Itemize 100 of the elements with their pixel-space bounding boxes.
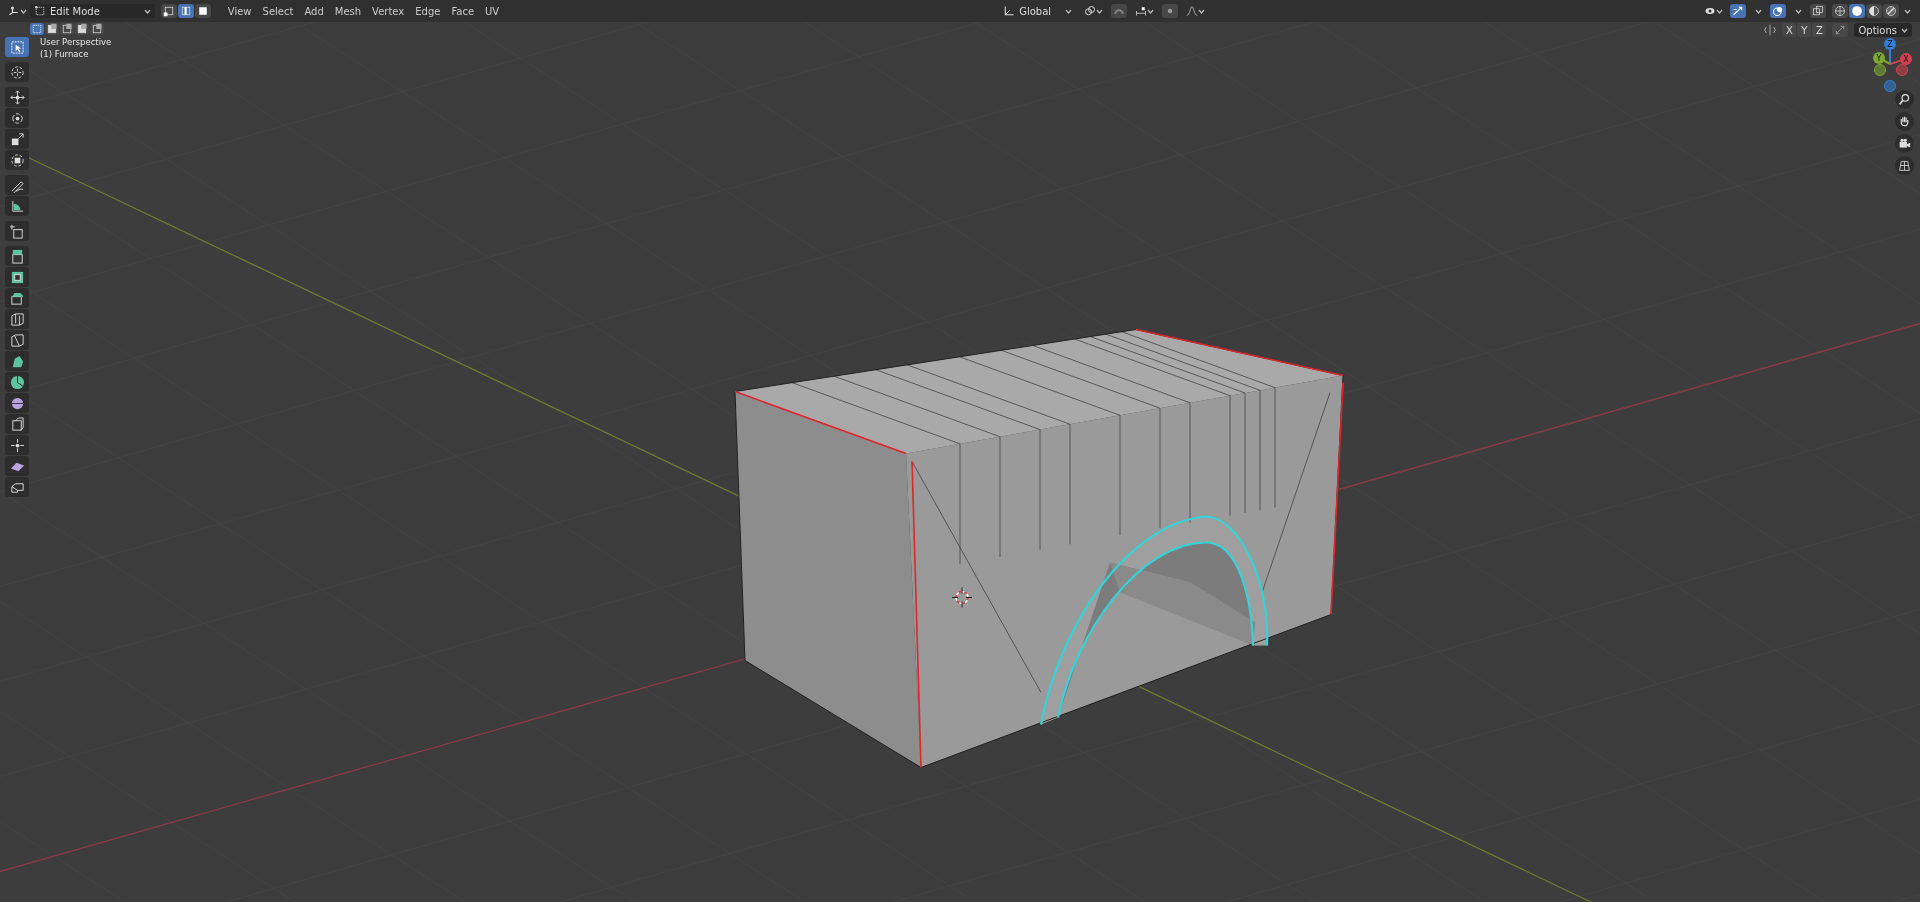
box-mode-button[interactable] [90, 23, 104, 35]
tool-button[interactable] [5, 246, 29, 266]
gizmo-toggle[interactable] [1730, 4, 1746, 18]
tool-button[interactable] [5, 456, 29, 476]
tool-button[interactable] [5, 351, 29, 371]
negative-axis-handle[interactable] [1874, 64, 1886, 76]
sphere-icon [1851, 5, 1863, 17]
view-name: User Perspective [40, 37, 112, 48]
crosshair-icon [9, 64, 25, 80]
shading-button[interactable] [1849, 4, 1865, 18]
tool-button[interactable] [5, 196, 29, 216]
tool-button[interactable] [5, 108, 29, 128]
squares-icon [46, 23, 58, 35]
magnifier-icon [1898, 93, 1911, 106]
caret-icon [143, 8, 151, 14]
tool-button[interactable] [5, 62, 29, 82]
tool-button[interactable] [5, 288, 29, 308]
select-mode-button[interactable] [160, 4, 177, 18]
menu-item[interactable]: Face [446, 3, 480, 19]
mirror-icon [1764, 24, 1777, 36]
grid-icon [1898, 159, 1911, 172]
transform-icon [9, 152, 25, 168]
proportional-edit-button[interactable] [1162, 4, 1179, 18]
tool-button[interactable] [5, 267, 29, 287]
tool-button[interactable] [5, 477, 29, 497]
tool-button[interactable] [5, 372, 29, 392]
vertex-select-icon [162, 5, 175, 17]
xray-toggle[interactable] [1810, 4, 1826, 18]
camera-icon [1898, 137, 1911, 150]
squares-icon [61, 23, 73, 35]
menu-item[interactable]: Edge [410, 3, 446, 19]
navigation-button[interactable] [1895, 112, 1914, 131]
caret-icon [1147, 8, 1155, 14]
tool-button[interactable] [5, 309, 29, 329]
curve-icon [1186, 5, 1199, 17]
cursor-icon [951, 587, 973, 608]
box-mode-button[interactable] [60, 23, 74, 35]
select-mode-button[interactable] [194, 4, 211, 18]
navigation-button[interactable] [1895, 156, 1914, 175]
ruler-icon [9, 198, 25, 214]
tool-button[interactable] [5, 87, 29, 107]
box-mode-button[interactable] [75, 23, 89, 35]
menu-item[interactable]: Add [299, 3, 329, 19]
navigation-button[interactable] [1895, 90, 1914, 109]
mode-dropdown[interactable]: Edit Mode [30, 4, 155, 18]
axis-toggle[interactable]: Z [1812, 23, 1827, 37]
tool-button[interactable] [5, 221, 29, 241]
menu-item[interactable]: UV [480, 3, 505, 19]
navigation-button[interactable] [1895, 134, 1914, 153]
axis-handle[interactable]: Z [1884, 38, 1896, 65]
select-mode-button[interactable] [177, 4, 194, 18]
move-icon [9, 89, 25, 105]
menu-item[interactable]: View [222, 3, 257, 19]
dotted-square-icon [31, 23, 43, 35]
negative-axis-handle[interactable] [1896, 64, 1908, 76]
negative-axis-handle[interactable] [1884, 80, 1896, 92]
box-mode-button[interactable] [30, 23, 44, 35]
shrink-icon [9, 437, 25, 453]
bevel-icon [9, 290, 25, 306]
tool-button[interactable] [5, 150, 29, 170]
orientation-dropdown[interactable]: Global [999, 4, 1077, 18]
menu-item[interactable]: Mesh [329, 3, 367, 19]
axes-icon [1003, 5, 1016, 17]
link-icon [1084, 5, 1097, 17]
tool-button[interactable] [5, 37, 29, 57]
shading-button[interactable] [1832, 4, 1848, 18]
auto-merge-button[interactable] [1832, 23, 1849, 37]
caret-icon [1065, 8, 1073, 14]
edge-slide-icon [9, 416, 25, 432]
object-label: (1) Furnace [40, 49, 90, 60]
editor-type-button[interactable] [6, 4, 29, 18]
menu-item[interactable]: Vertex [367, 3, 410, 19]
axis-toggle[interactable]: Y [1797, 23, 1812, 37]
tool-button[interactable] [5, 435, 29, 455]
caret-icon [1794, 8, 1802, 14]
rotate-icon [9, 110, 25, 126]
hand-icon [1898, 115, 1911, 128]
axes-icon [8, 5, 20, 17]
squares-icon [1812, 5, 1824, 17]
extrude-icon [9, 248, 25, 264]
inset-icon [9, 269, 25, 285]
box-mode-button[interactable] [45, 23, 59, 35]
tool-button[interactable] [5, 414, 29, 434]
knife-icon [9, 332, 25, 348]
menu-item[interactable]: Select [257, 3, 299, 19]
axis-toggle[interactable]: X [1782, 23, 1797, 37]
caret-icon [1903, 8, 1911, 14]
arrows-icon [1732, 5, 1744, 17]
tool-button[interactable] [5, 330, 29, 350]
tool-button[interactable] [5, 175, 29, 195]
tool-button[interactable] [5, 393, 29, 413]
eye-icon [1704, 5, 1716, 17]
overlay-toggle[interactable] [1770, 4, 1786, 18]
tool-button[interactable] [5, 129, 29, 149]
scale-icon [9, 131, 25, 147]
caret-icon [1096, 8, 1104, 14]
options-dropdown[interactable]: Options [1854, 23, 1912, 37]
spin-icon [9, 374, 25, 390]
add-cube-icon [9, 223, 25, 239]
squares-icon [91, 23, 103, 35]
